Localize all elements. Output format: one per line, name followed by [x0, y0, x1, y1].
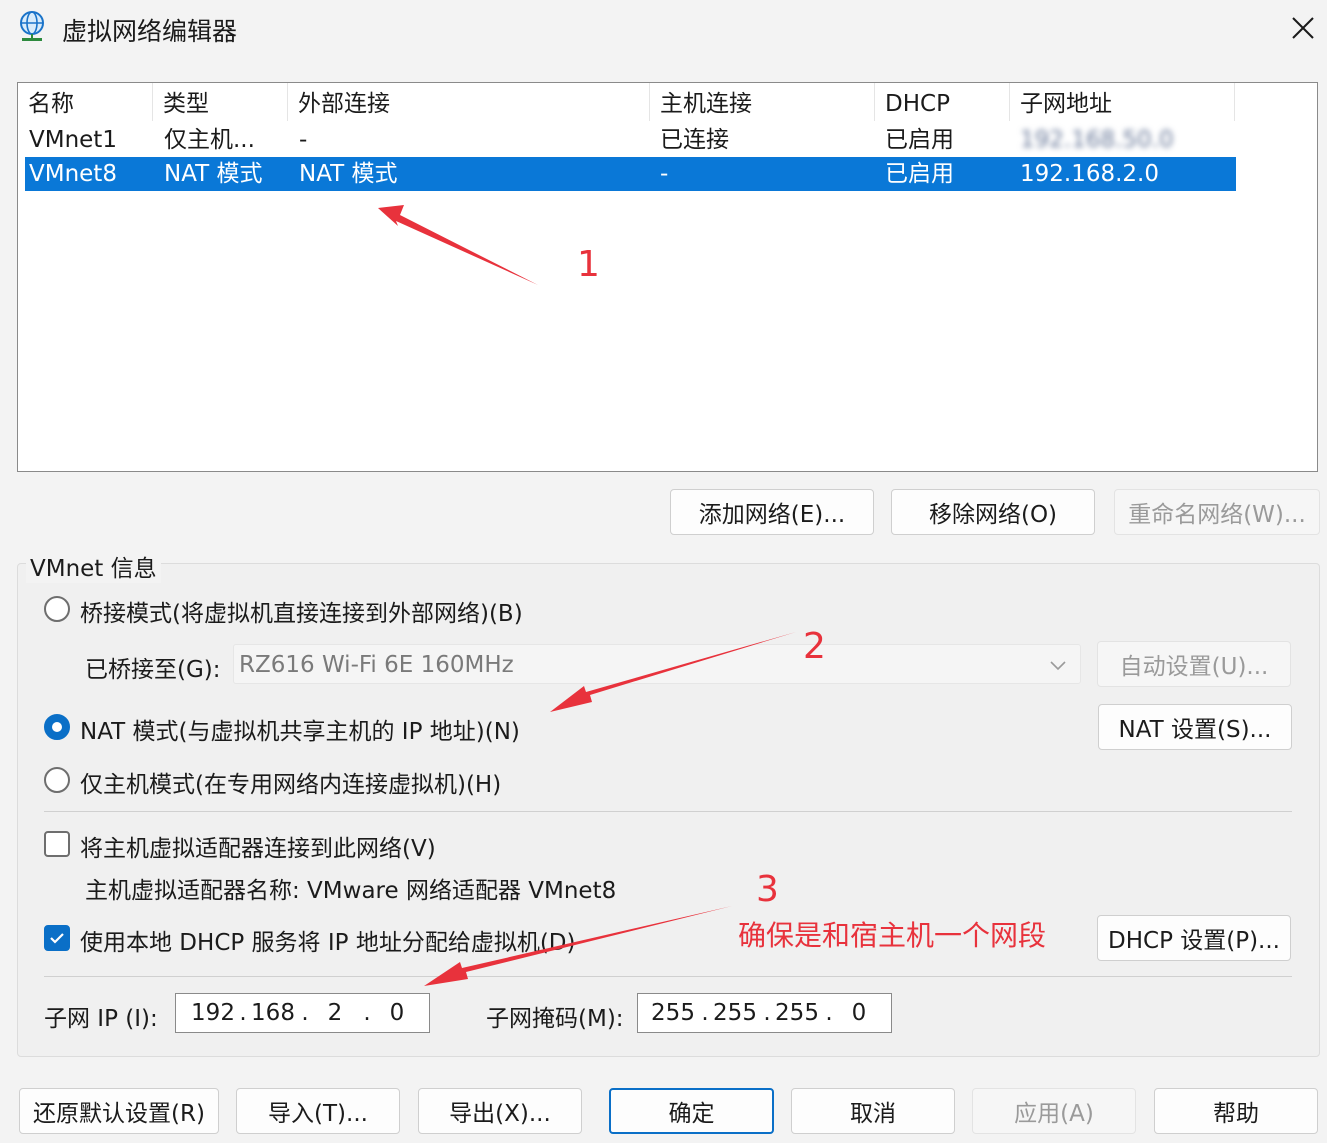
cell-host: - — [660, 161, 669, 187]
annotation-number-2: 2 — [803, 626, 826, 667]
host-only-mode-label[interactable]: 仅主机模式(在专用网络内连接虚拟机)(H) — [80, 765, 501, 799]
ip-octet: 168 — [251, 1000, 295, 1026]
connect-host-adapter-checkbox[interactable] — [44, 831, 70, 857]
auto-settings-button[interactable]: 自动设置(U)... — [1097, 641, 1291, 687]
bridged-to-select[interactable]: RZ616 Wi-Fi 6E 160MHz — [233, 644, 1081, 684]
cell-host: 已连接 — [660, 127, 729, 153]
ok-button[interactable]: 确定 — [609, 1088, 774, 1134]
cell-dhcp: 已启用 — [885, 161, 954, 187]
help-button[interactable]: 帮助 — [1154, 1088, 1318, 1134]
table-row-selected[interactable]: VMnet8 NAT 模式 NAT 模式 - 已启用 192.168.2.0 — [25, 157, 1236, 191]
restore-defaults-button[interactable]: 还原默认设置(R) — [19, 1088, 219, 1134]
close-icon — [1292, 17, 1314, 39]
subnet-mask-field[interactable]: 255 . 255 . 255 . 0 — [637, 993, 892, 1033]
chevron-down-icon — [1050, 661, 1066, 671]
cell-name: VMnet1 — [29, 127, 117, 153]
mask-octet: 0 — [851, 1000, 867, 1026]
title-bar: 虚拟网络编辑器 — [0, 0, 1327, 60]
annotation-note: 确保是和宿主机一个网段 — [738, 919, 1047, 952]
cell-external: - — [299, 127, 308, 153]
ip-dot: . — [363, 1000, 371, 1026]
import-button[interactable]: 导入(T)... — [236, 1088, 400, 1134]
divider — [44, 811, 1292, 812]
table-row[interactable]: VMnet1 仅主机... - 已连接 已启用 192.168.50.0 — [25, 123, 1236, 157]
cell-dhcp: 已启用 — [885, 127, 954, 153]
bridge-mode-label[interactable]: 桥接模式(将虚拟机直接连接到外部网络)(B) — [80, 594, 523, 628]
column-header-dhcp[interactable]: DHCP — [875, 83, 1010, 121]
ip-dot: . — [825, 1000, 833, 1026]
ip-dot: . — [301, 1000, 309, 1026]
ip-octet: 2 — [327, 1000, 343, 1026]
column-header-type[interactable]: 类型 — [153, 83, 288, 121]
checkmark-icon — [50, 933, 64, 944]
annotation-number-3: 3 — [756, 869, 779, 910]
host-adapter-name: 主机虚拟适配器名称: VMware 网络适配器 VMnet8 — [85, 878, 617, 904]
column-header-external[interactable]: 外部连接 — [288, 83, 650, 121]
cell-subnet-blurred: 192.168.50.0 — [1020, 127, 1174, 153]
column-header-host[interactable]: 主机连接 — [650, 83, 875, 121]
add-network-button[interactable]: 添加网络(E)... — [670, 489, 874, 535]
remove-network-button[interactable]: 移除网络(O) — [891, 489, 1095, 535]
divider — [44, 976, 1292, 977]
window-title: 虚拟网络编辑器 — [62, 17, 238, 46]
bridged-to-label: 已桥接至(G): — [85, 657, 221, 683]
dhcp-settings-button[interactable]: DHCP 设置(P)... — [1097, 915, 1291, 961]
list-header: 名称 类型 外部连接 主机连接 DHCP 子网地址 — [18, 83, 1317, 121]
use-dhcp-label[interactable]: 使用本地 DHCP 服务将 IP 地址分配给虚拟机(D) — [80, 923, 576, 957]
cancel-button[interactable]: 取消 — [791, 1088, 955, 1134]
mask-octet: 255 — [713, 1000, 757, 1026]
host-only-mode-radio[interactable] — [44, 767, 70, 793]
cell-type: 仅主机... — [164, 127, 255, 153]
export-button[interactable]: 导出(X)... — [418, 1088, 582, 1134]
cell-name: VMnet8 — [29, 161, 117, 187]
annotation-number-1: 1 — [577, 244, 600, 285]
globe-network-icon — [20, 11, 44, 41]
mask-octet: 255 — [775, 1000, 819, 1026]
vmnet-info-group — [17, 563, 1320, 1057]
column-header-name[interactable]: 名称 — [18, 83, 153, 121]
bridged-to-value: RZ616 Wi-Fi 6E 160MHz — [239, 652, 514, 678]
ip-octet: 0 — [389, 1000, 405, 1026]
cell-type: NAT 模式 — [164, 161, 263, 187]
subnet-mask-label: 子网掩码(M): — [486, 1006, 624, 1032]
column-header-subnet[interactable]: 子网地址 — [1010, 83, 1235, 121]
subnet-ip-label: 子网 IP (I): — [44, 1006, 158, 1032]
nat-settings-button[interactable]: NAT 设置(S)... — [1098, 704, 1292, 750]
apply-button[interactable]: 应用(A) — [972, 1088, 1136, 1134]
bridge-mode-radio[interactable] — [44, 596, 70, 622]
rename-network-button[interactable]: 重命名网络(W)... — [1114, 489, 1320, 535]
nat-mode-radio[interactable] — [44, 714, 70, 740]
nat-mode-label[interactable]: NAT 模式(与虚拟机共享主机的 IP 地址)(N) — [80, 712, 520, 746]
mask-octet: 255 — [651, 1000, 695, 1026]
connect-host-adapter-label[interactable]: 将主机虚拟适配器连接到此网络(V) — [80, 829, 436, 863]
network-list[interactable]: 名称 类型 外部连接 主机连接 DHCP 子网地址 VMnet1 仅主机... … — [17, 82, 1318, 472]
use-dhcp-checkbox[interactable] — [44, 925, 70, 951]
cell-subnet: 192.168.2.0 — [1020, 161, 1159, 187]
ip-dot: . — [239, 1000, 247, 1026]
close-button[interactable] — [1280, 6, 1326, 50]
subnet-ip-field[interactable]: 192 . 168 . 2 . 0 — [175, 993, 430, 1033]
cell-external: NAT 模式 — [299, 161, 398, 187]
ip-octet: 192 — [191, 1000, 235, 1026]
vmnet-info-title: VMnet 信息 — [26, 549, 161, 583]
